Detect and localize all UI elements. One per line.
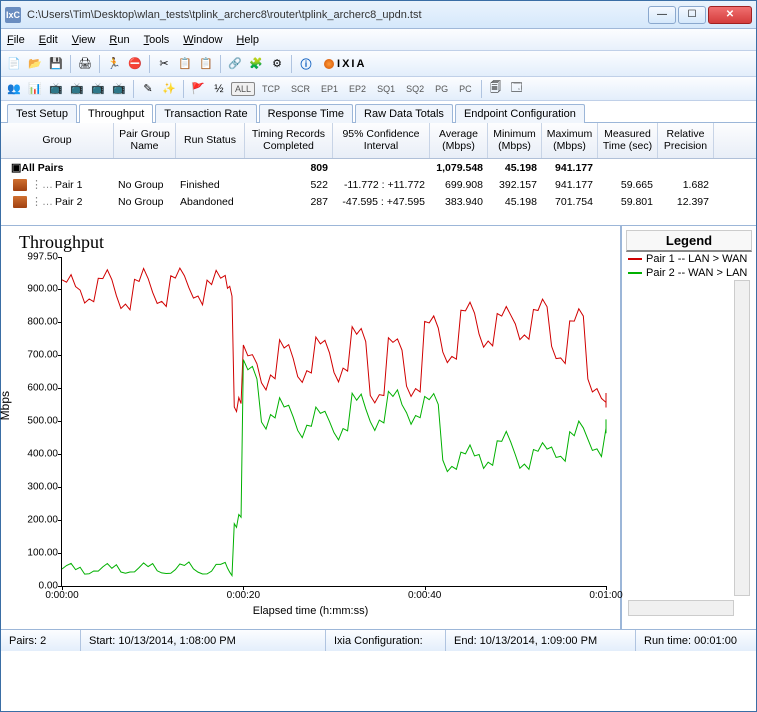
table-row[interactable]: ⋮… Pair 2No GroupAbandoned287-47.595 : +… — [1, 193, 756, 210]
chart-zone: Throughput Mbps 0.00100.00200.00300.0040… — [1, 225, 756, 629]
col-run-status[interactable]: Run Status — [176, 123, 245, 158]
copy-icon[interactable]: 📋 — [176, 55, 194, 73]
status-runtime: Run time: 00:01:00 — [636, 630, 756, 651]
col-measured[interactable]: Measured Time (sec) — [598, 123, 658, 158]
menu-help[interactable]: Help — [236, 34, 259, 46]
chart-lines — [62, 257, 606, 586]
filter-sq1[interactable]: SQ1 — [373, 82, 399, 96]
table-row[interactable]: ▣ All Pairs8091,079.54845.198941.177 — [1, 159, 756, 176]
window-title: C:\Users\Tim\Desktop\wlan_tests\tplink_a… — [27, 9, 648, 21]
chart-panel: Throughput Mbps 0.00100.00200.00300.0040… — [1, 226, 620, 629]
cut-icon[interactable]: ✂ — [155, 55, 173, 73]
chart-icon[interactable]: 📊 — [26, 80, 44, 98]
filter-sq2[interactable]: SQ2 — [402, 82, 428, 96]
menu-view[interactable]: View — [72, 34, 96, 46]
menu-run[interactable]: Run — [109, 34, 129, 46]
status-start: Start: 10/13/2014, 1:08:00 PM — [81, 630, 326, 651]
titlebar: IxC C:\Users\Tim\Desktop\wlan_tests\tpli… — [1, 1, 756, 29]
legend-item-2[interactable]: Pair 2 -- WAN > LAN — [626, 266, 752, 280]
tab-response-time[interactable]: Response Time — [259, 104, 353, 123]
status-ixia-config: Ixia Configuration: — [326, 630, 446, 651]
x-axis-label: Elapsed time (h:mm:ss) — [7, 605, 614, 617]
tv2-icon[interactable]: 📺 — [68, 80, 86, 98]
status-end: End: 10/13/2014, 1:09:00 PM — [446, 630, 636, 651]
tab-raw-data[interactable]: Raw Data Totals — [355, 104, 453, 123]
col-group[interactable]: Group — [1, 123, 114, 158]
plot-area[interactable]: 0.00100.00200.00300.00400.00500.00600.00… — [61, 257, 606, 587]
ixia-logo: IXIA — [324, 58, 366, 70]
new-icon[interactable]: 📄 — [5, 55, 23, 73]
app-icon: IxC — [5, 7, 21, 23]
grid-header: Group Pair Group Name Run Status Timing … — [1, 123, 756, 159]
tv3-icon[interactable]: 📺 — [89, 80, 107, 98]
filter-scr[interactable]: SCR — [287, 82, 314, 96]
col-pair-group[interactable]: Pair Group Name — [114, 123, 176, 158]
col-minimum[interactable]: Minimum (Mbps) — [488, 123, 542, 158]
pair-icon[interactable]: 👥 — [5, 80, 23, 98]
filter-tcp[interactable]: TCP — [258, 82, 284, 96]
stop-icon[interactable]: ⛔ — [126, 55, 144, 73]
filter-ep2[interactable]: EP2 — [345, 82, 370, 96]
tab-test-setup[interactable]: Test Setup — [7, 104, 77, 123]
y-axis-label: Mbps — [0, 390, 12, 419]
filter-ep1[interactable]: EP1 — [317, 82, 342, 96]
filter-pg[interactable]: PG — [431, 82, 452, 96]
minimize-button[interactable]: — — [648, 6, 676, 24]
filter-all[interactable]: ALL — [231, 82, 255, 96]
tab-endpoint-config[interactable]: Endpoint Configuration — [455, 104, 585, 123]
table-row[interactable]: ⋮… Pair 1No GroupFinished522-11.772 : +1… — [1, 176, 756, 193]
close-button[interactable]: ✕ — [708, 6, 752, 24]
save-icon[interactable]: 💾 — [47, 55, 65, 73]
toolbar-main: 📄 📂 💾 🖨 🏃 ⛔ ✂ 📋 📋 🔗 🧩 ⚙ ⓘ IXIA — [1, 51, 756, 77]
edit-icon[interactable]: ✎ — [139, 80, 157, 98]
menu-tools[interactable]: Tools — [144, 34, 170, 46]
col-confidence[interactable]: 95% Confidence Interval — [333, 123, 430, 158]
statusbar: Pairs: 2 Start: 10/13/2014, 1:08:00 PM I… — [1, 629, 756, 651]
result-tabs: Test Setup Throughput Transaction Rate R… — [1, 101, 756, 123]
tab-throughput[interactable]: Throughput — [79, 104, 153, 123]
settings-icon[interactable]: ⚙ — [268, 55, 286, 73]
paste-icon[interactable]: 📋 — [197, 55, 215, 73]
legend-title: Legend — [626, 230, 752, 252]
link-icon[interactable]: 🔗 — [226, 55, 244, 73]
legend-panel: Legend Pair 1 -- LAN > WAN Pair 2 -- WAN… — [620, 226, 756, 629]
filter-pc[interactable]: PC — [455, 82, 476, 96]
flag2-icon[interactable]: ½ — [210, 80, 228, 98]
menu-window[interactable]: Window — [183, 34, 222, 46]
export-icon[interactable]: 🗐 — [487, 80, 505, 98]
open-icon[interactable]: 📂 — [26, 55, 44, 73]
col-timing[interactable]: Timing Records Completed — [245, 123, 333, 158]
menubar: File Edit View Run Tools Window Help — [1, 29, 756, 51]
legend-scrollbar-h[interactable] — [628, 600, 734, 616]
menu-file[interactable]: File — [7, 34, 25, 46]
legend-item-1[interactable]: Pair 1 -- LAN > WAN — [626, 252, 752, 266]
flag1-icon[interactable]: 🚩 — [189, 80, 207, 98]
print-icon[interactable]: 🖨 — [76, 55, 94, 73]
col-average[interactable]: Average (Mbps) — [430, 123, 488, 158]
tv-icon[interactable]: 📺 — [47, 80, 65, 98]
legend-scrollbar-v[interactable] — [734, 280, 750, 596]
tab-transaction-rate[interactable]: Transaction Rate — [155, 104, 256, 123]
info-icon[interactable]: ⓘ — [297, 55, 315, 73]
col-precision[interactable]: Relative Precision — [658, 123, 714, 158]
tv4-icon[interactable]: 📺 — [110, 80, 128, 98]
group-icon[interactable]: 🧩 — [247, 55, 265, 73]
maximize-button[interactable]: ☐ — [678, 6, 706, 24]
col-maximum[interactable]: Maximum (Mbps) — [542, 123, 598, 158]
menu-edit[interactable]: Edit — [39, 34, 58, 46]
chart-title: Throughput — [19, 232, 614, 253]
run-icon[interactable]: 🏃 — [105, 55, 123, 73]
magic-icon[interactable]: ✨ — [160, 80, 178, 98]
window-icon[interactable]: 🗔 — [508, 80, 526, 98]
grid-body: ▣ All Pairs8091,079.54845.198941.177⋮… P… — [1, 159, 756, 219]
status-pairs: Pairs: 2 — [1, 630, 81, 651]
toolbar-filters: 👥 📊 📺 📺 📺 📺 ✎ ✨ 🚩 ½ ALL TCP SCR EP1 EP2 … — [1, 77, 756, 101]
